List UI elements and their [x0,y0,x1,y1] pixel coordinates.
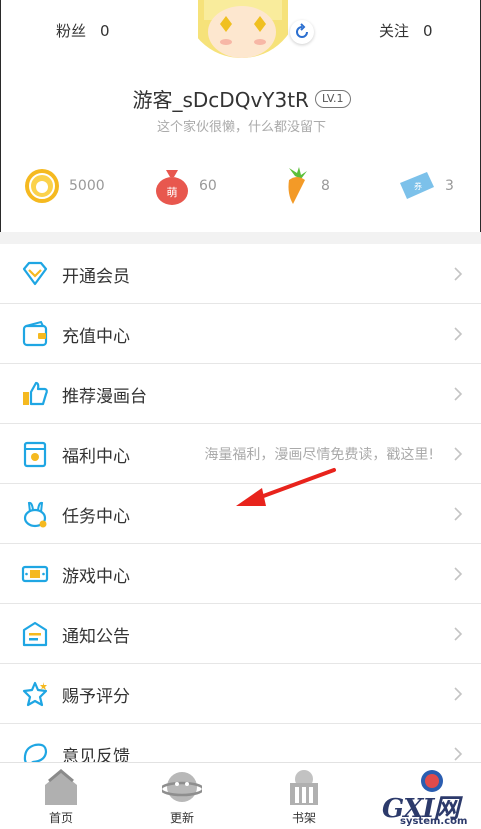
chevron-right-icon [454,507,463,521]
following-stat[interactable]: 关注 0 [379,20,433,41]
menu-item-rate[interactable]: 赐予评分 [0,664,481,724]
chevron-right-icon [454,687,463,701]
section-divider [0,232,481,244]
notice-icon [22,621,48,647]
avatar[interactable] [184,0,299,58]
signature: 这个家伙很懒，什么都没留下 [156,120,326,135]
menu-item-notices[interactable]: 通知公告 [0,604,481,664]
menu-label: 游戏中心 [62,567,130,587]
tab-label: 首页 [48,811,73,825]
fans-stat[interactable]: 粉丝 0 [56,20,110,41]
menu-label: 充值中心 [62,327,130,347]
thumbs-up-icon [23,381,48,406]
ticket-icon: 券 [400,172,434,199]
watermark-domain: system.com [400,816,468,827]
menu-item-games[interactable]: 游戏中心 [0,544,481,604]
refresh-avatar-button[interactable] [290,20,314,44]
carrot-value: 8 [321,178,330,194]
menu-item-recharge[interactable]: 充值中心 [0,304,481,364]
level-badge: LV.1 [314,89,351,108]
chevron-right-icon [454,267,463,281]
ticket-asset[interactable]: 券 3 [397,166,454,206]
chevron-right-icon [454,567,463,581]
ticket-value: 3 [445,178,454,194]
bookshelf-icon [290,770,318,805]
envelope-icon [23,441,47,468]
tab-update[interactable]: 更新 [137,763,227,829]
coins-value: 5000 [69,178,105,194]
carrot-icon [288,167,307,204]
star-icon [22,681,48,707]
profile-header: 粉丝 0 关注 0 游客_sDcDQvY3tR LV.1 这个家伙很懒，什么都没… [0,0,481,232]
assets-row: 5000 萌 60 8 券 3 [1,166,481,206]
avatar-container[interactable] [184,0,314,58]
following-label: 关注 [379,22,410,40]
menu-label: 开通会员 [62,267,130,287]
welfare-hint: 海量福利，漫画尽情免费读，戳这里! [204,447,434,463]
menu-label: 任务中心 [62,507,130,527]
following-count: 0 [423,22,433,40]
username-row: 游客_sDcDQvY3tR LV.1 [1,84,481,113]
home-icon [45,769,77,805]
chevron-right-icon [454,747,463,761]
chevron-right-icon [454,627,463,641]
coin-icon [25,169,59,203]
menu-label: 赐予评分 [62,687,130,707]
diamond-icon [22,261,48,286]
coins-asset[interactable]: 5000 [23,166,105,206]
svg-text:券: 券 [414,181,422,191]
menu-item-recommend[interactable]: 推荐漫画台 [0,364,481,424]
planet-icon [162,772,202,802]
menu-item-tasks[interactable]: 任务中心 [0,484,481,544]
watermark: GXI网 system.com [380,786,481,829]
chevron-right-icon [454,327,463,341]
menu-label: 通知公告 [62,627,130,647]
fans-count: 0 [100,22,110,40]
carrot-asset[interactable]: 8 [279,166,330,206]
wallet-icon [22,320,48,347]
money-bag-icon: 萌 [156,170,188,205]
tab-bookshelf[interactable]: 书架 [259,763,349,829]
moe-asset[interactable]: 萌 60 [153,166,217,206]
refresh-icon [296,23,308,38]
svg-text:萌: 萌 [167,185,178,199]
bunny-icon [23,501,47,528]
tab-label: 更新 [169,811,194,825]
chevron-right-icon [454,447,463,461]
username: 游客_sDcDQvY3tR [132,88,309,112]
tab-home[interactable]: 首页 [16,763,106,829]
tab-label: 书架 [291,811,316,825]
game-icon [21,565,49,583]
menu-label: 福利中心 [62,447,130,467]
chevron-right-icon [454,387,463,401]
menu-label: 推荐漫画台 [62,387,147,407]
menu-item-vip[interactable]: 开通会员 [0,244,481,304]
fans-label: 粉丝 [56,22,87,40]
moe-value: 60 [199,178,217,194]
menu-item-welfare[interactable]: 福利中心 海量福利，漫画尽情免费读，戳这里! [0,424,481,484]
